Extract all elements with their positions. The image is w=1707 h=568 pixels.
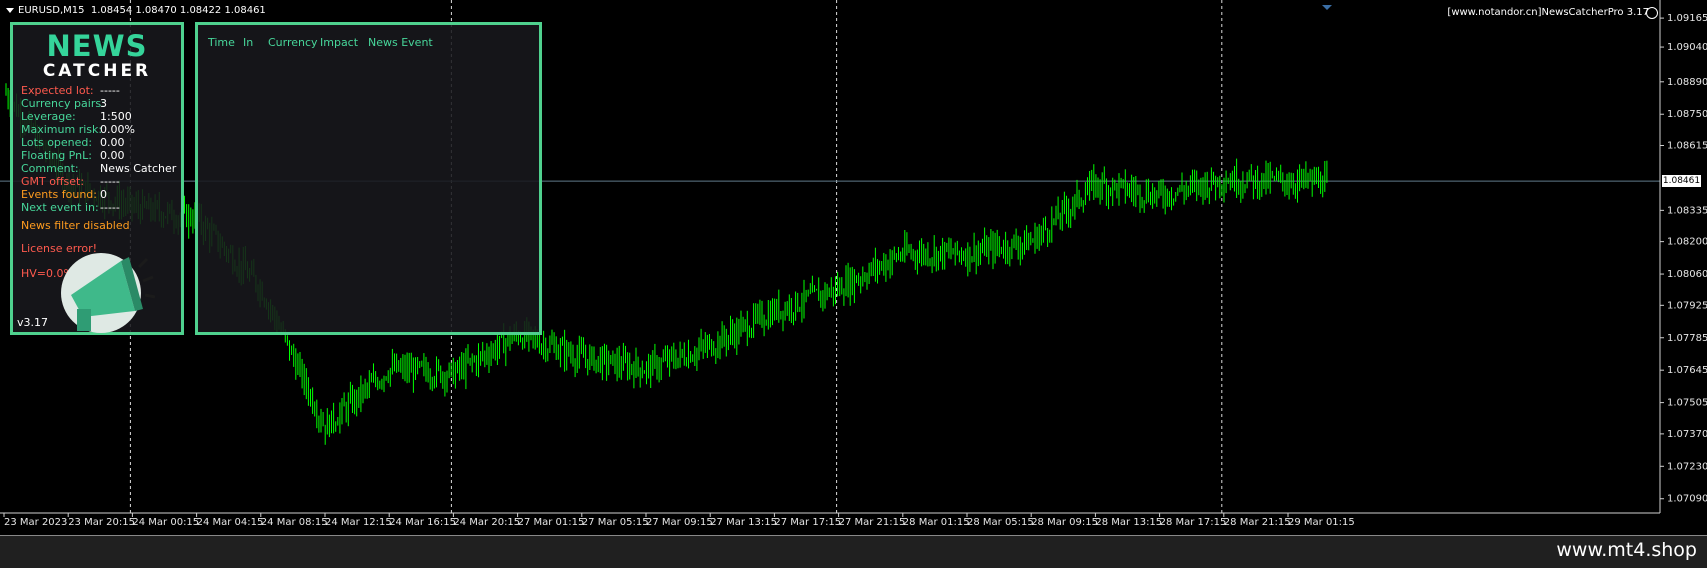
time-tick-label: 28 Mar 17:15 <box>1160 517 1227 528</box>
time-tick-label: 28 Mar 13:15 <box>1095 517 1162 528</box>
info-row-lots-opened: Lots opened: 0.00 <box>21 136 125 149</box>
time-tick-label: 28 Mar 01:15 <box>903 517 970 528</box>
time-tick-label: 27 Mar 17:15 <box>774 517 841 528</box>
info-row-floating-pnl: Floating PnL: 0.00 <box>21 149 125 162</box>
time-tick-label: 27 Mar 21:15 <box>839 517 906 528</box>
time-tick-label: 28 Mar 21:15 <box>1224 517 1291 528</box>
price-tick-label: 1.08335 <box>1667 205 1707 216</box>
info-row-leverage: Leverage: 1:500 <box>21 110 132 123</box>
symbol-info: EURUSD,M15 1.08454 1.08470 1.08422 1.084… <box>6 5 266 16</box>
logo-news: NEWS <box>46 29 148 63</box>
time-tick-label: 27 Mar 05:15 <box>582 517 649 528</box>
info-row-gmt-offset: GMT offset: ----- <box>21 175 120 188</box>
logo-catcher: CATCHER <box>42 61 152 81</box>
version-label: v3.17 <box>17 316 49 329</box>
time-tick-label: 24 Mar 04:15 <box>197 517 264 528</box>
price-tick-label: 1.07785 <box>1667 333 1707 344</box>
time-axis-labels: 23 Mar 2023 23 Mar 20:1524 Mar 00:1524 Ma… <box>3 513 1355 528</box>
info-row-events-found: Events found: 0 <box>21 188 107 201</box>
time-tick-label: 24 Mar 08:15 <box>261 517 328 528</box>
price-tick-label: 1.07645 <box>1667 365 1707 376</box>
shift-marker-icon[interactable] <box>1322 5 1332 10</box>
time-tick-label: 24 Mar 20:15 <box>453 517 520 528</box>
header-impact: Impact <box>320 36 359 49</box>
info-row-maximum-risk: Maximum risk:0.00% <box>21 123 135 136</box>
price-axis-labels: 1.09165 1.09040 1.08890 1.08750 1.08615 1.083… <box>1660 13 1707 505</box>
price-tick-label: 1.08615 <box>1667 141 1707 152</box>
header-in: In <box>243 36 254 49</box>
info-row-currency-pairs: Currency pairs:3 <box>21 97 107 110</box>
megaphone-icon <box>61 253 156 333</box>
info-row-expected-lot: Expected lot: ----- <box>21 84 120 97</box>
symbol-ohlc: 1.08454 1.08470 1.08422 1.08461 <box>90 5 266 16</box>
symbol-title: EURUSD,M15 <box>18 5 85 16</box>
price-tick-label: 1.07370 <box>1667 429 1707 440</box>
price-tick-label: 1.08200 <box>1667 237 1707 248</box>
header-currency: Currency <box>268 36 318 49</box>
current-price-tag: 1.08461 <box>1662 175 1701 188</box>
watermark: www.mt4.shop <box>1556 539 1697 561</box>
time-tick-label: 23 Mar 20:15 <box>68 517 135 528</box>
dropdown-triangle-icon[interactable] <box>6 7 14 13</box>
news-panel: Time In Currency Impact News Event <box>195 22 542 335</box>
time-tick-label: 29 Mar 01:15 <box>1288 517 1355 528</box>
time-tick-label: 28 Mar 05:15 <box>967 517 1034 528</box>
chart-area[interactable]: 1.09165 1.09040 1.08890 1.08750 1.08615 1.083… <box>0 0 1707 536</box>
price-tick-label: 1.08060 <box>1667 269 1707 280</box>
price-tick-label: 1.08750 <box>1667 109 1707 120</box>
price-tick-label: 1.07925 <box>1667 300 1707 311</box>
price-tick-label: 1.08890 <box>1667 77 1707 88</box>
price-tick-label: 1.07230 <box>1667 461 1707 472</box>
ea-smiley-icon[interactable] <box>1646 7 1658 19</box>
time-tick-label: 27 Mar 13:15 <box>710 517 777 528</box>
price-tick-label: 1.07505 <box>1667 398 1707 409</box>
time-tick-label: 24 Mar 12:15 <box>325 517 392 528</box>
info-panel: NEWS CATCHER Expected lot: ----- Currency… <box>10 22 184 335</box>
header-news-event: News Event <box>368 36 433 49</box>
header-time: Time <box>208 36 235 49</box>
info-row-next-event: Next event in:----- <box>21 201 120 214</box>
news-filter-status: News filter disabled <box>21 219 130 232</box>
time-tick-label: 24 Mar 00:15 <box>132 517 199 528</box>
time-tick-label: 24 Mar 16:15 <box>389 517 456 528</box>
time-tick-label: 27 Mar 09:15 <box>646 517 713 528</box>
price-tick-label: 1.09040 <box>1667 42 1707 53</box>
time-tick-label: 23 Mar 2023 <box>4 517 67 528</box>
price-tick-label: 1.09165 <box>1667 13 1707 24</box>
time-tick-label: 27 Mar 01:15 <box>518 517 585 528</box>
info-row-comment: Comment: News Catcher <box>21 162 177 175</box>
price-tick-label: 1.07090 <box>1667 494 1707 505</box>
ea-label: [www.notandor.cn]NewsCatcherPro 3.17 <box>1447 7 1649 18</box>
time-tick-label: 28 Mar 09:15 <box>1031 517 1098 528</box>
